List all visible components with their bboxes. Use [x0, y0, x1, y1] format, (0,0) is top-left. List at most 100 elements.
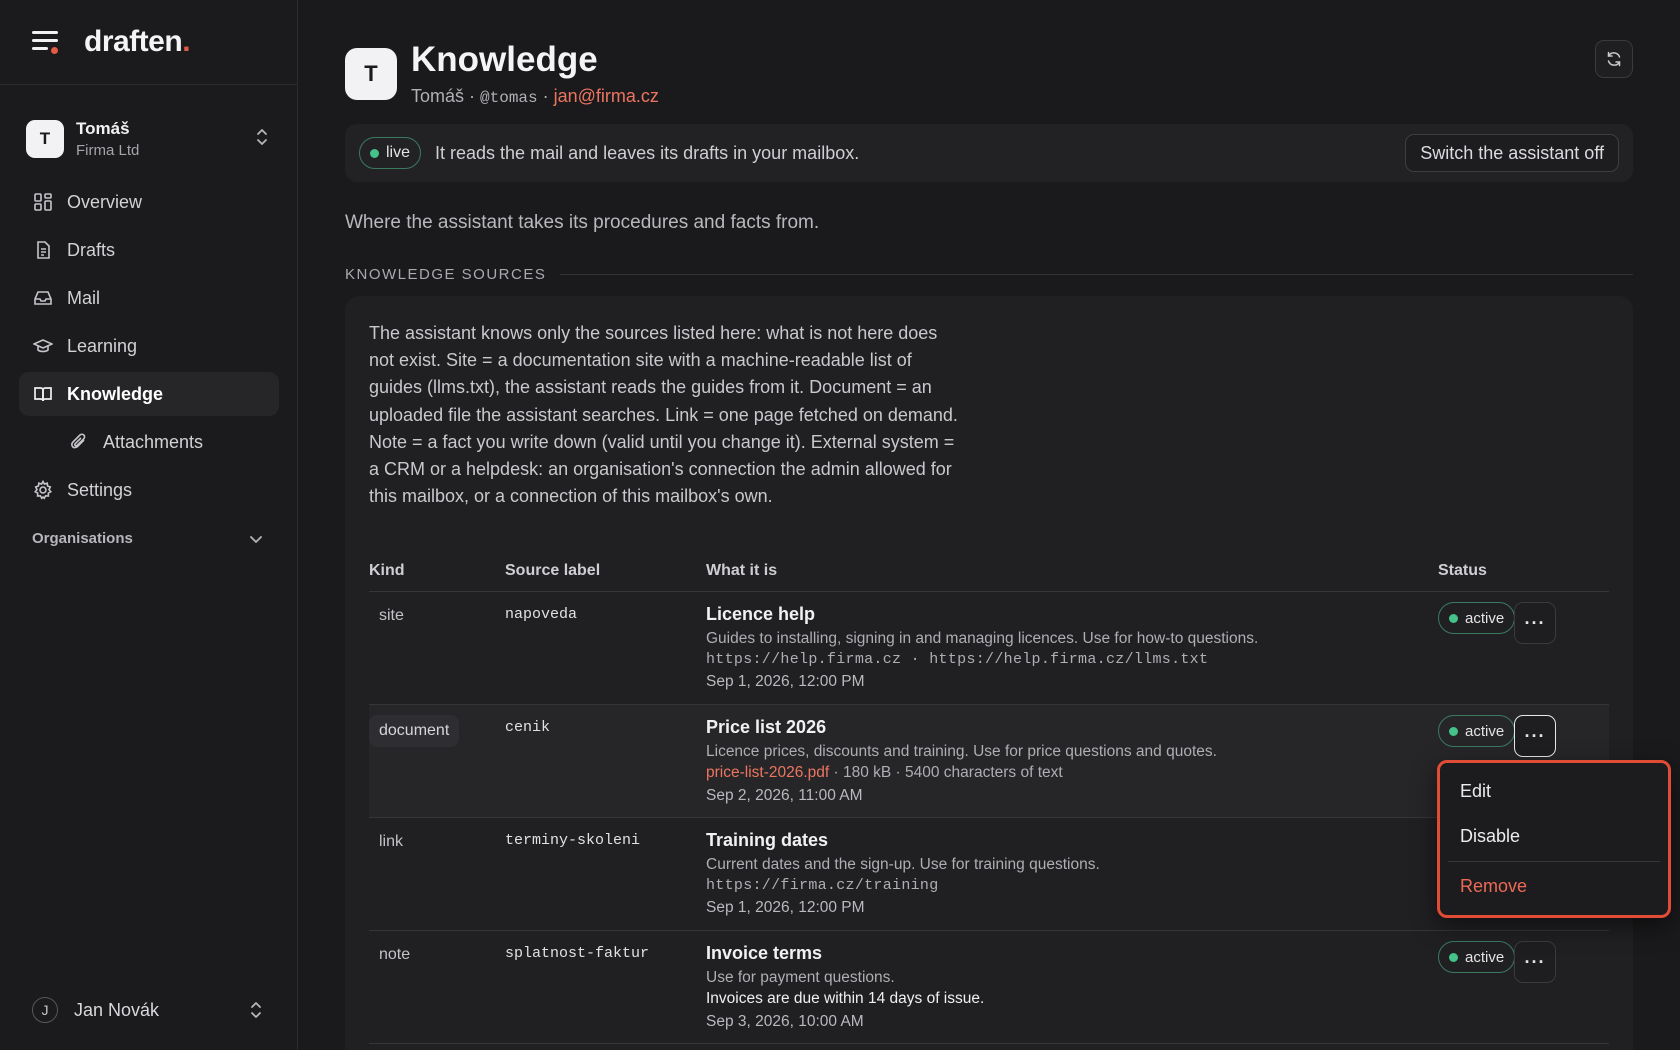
- sidebar-item-attachments[interactable]: Attachments: [19, 420, 279, 464]
- table-row: document cenik Price list 2026 Licence p…: [369, 705, 1609, 818]
- sidebar-item-label: Attachments: [103, 431, 204, 452]
- column-what: What it is: [706, 562, 778, 579]
- source-title: Invoice terms: [706, 943, 823, 963]
- account-name: Tomáš: [76, 119, 130, 138]
- source-file: price-list-2026.pdf · 180 kB · 5400 char…: [706, 764, 1063, 781]
- sidebar-item-label: Knowledge: [67, 383, 164, 404]
- avatar: T: [26, 120, 64, 158]
- sidebar-item-drafts[interactable]: Drafts: [19, 228, 279, 272]
- account-switcher[interactable]: T Tomáš Firma Ltd: [26, 114, 271, 164]
- source-title: Price list 2026: [706, 717, 827, 737]
- paperclip-icon: [71, 433, 86, 449]
- user-menu[interactable]: J Jan Novák: [32, 990, 263, 1030]
- source-urls: https://help.firma.cz · https://help.fir…: [706, 651, 1209, 668]
- row-actions-button[interactable]: ···: [1514, 941, 1556, 983]
- column-label: Source label: [505, 562, 601, 579]
- banner-text: It reads the mail and leaves its drafts …: [435, 142, 860, 163]
- source-date: Sep 1, 2026, 12:00 PM: [706, 899, 865, 916]
- table-header: Kind Source label What it is Status: [369, 552, 1609, 592]
- row-actions-menu: Edit Disable Remove: [1437, 760, 1671, 918]
- menu-divider: [1448, 861, 1660, 862]
- kind-label: link: [379, 833, 404, 850]
- organisations-toggle[interactable]: Organisations: [32, 530, 263, 547]
- refresh-icon: [1607, 51, 1621, 67]
- source-url: https://firma.cz/training: [706, 877, 939, 894]
- row-actions-button[interactable]: ···: [1514, 602, 1556, 644]
- account-org: Firma Ltd: [76, 142, 140, 159]
- source-label: splatnost-faktur: [505, 945, 650, 962]
- row-actions-button[interactable]: ···: [1514, 715, 1556, 757]
- page-subtitle: Tomáš · @tomas · jan@firma.cz: [411, 86, 659, 107]
- status-badge: active: [1438, 715, 1516, 747]
- avatar: T: [345, 48, 397, 100]
- column-kind: Kind: [369, 562, 405, 579]
- assistant-status-banner: live It reads the mail and leaves its dr…: [345, 124, 1633, 182]
- file-link[interactable]: price-list-2026.pdf: [706, 764, 829, 781]
- book-icon: [34, 387, 52, 402]
- menu-item-remove[interactable]: Remove: [1448, 864, 1660, 909]
- section-heading: KNOWLEDGE SOURCES: [345, 266, 1633, 283]
- status-dot-icon: [1449, 726, 1458, 736]
- chevron-updown-icon: [251, 1002, 261, 1018]
- sidebar-item-settings[interactable]: Settings: [19, 468, 279, 512]
- email-link[interactable]: jan@firma.cz: [554, 86, 659, 106]
- source-date: Sep 2, 2026, 11:00 AM: [706, 787, 863, 804]
- source-desc: Licence prices, discounts and training. …: [706, 743, 1217, 760]
- knowledge-sources-card: The assistant knows only the sources lis…: [345, 296, 1633, 1050]
- source-desc: Current dates and the sign-up. Use for t…: [706, 856, 1100, 873]
- kind-label: document: [369, 715, 460, 747]
- source-desc: Guides to installing, signing in and man…: [706, 630, 1259, 647]
- sidebar-item-overview[interactable]: Overview: [19, 180, 279, 224]
- sidebar-item-label: Drafts: [67, 239, 116, 260]
- table-row: site napoveda Licence help Guides to ins…: [369, 592, 1609, 705]
- sidebar-item-knowledge[interactable]: Knowledge: [19, 372, 279, 416]
- sources-description: The assistant knows only the sources lis…: [369, 323, 958, 507]
- menu-icon[interactable]: [32, 31, 60, 54]
- sidebar-item-label: Overview: [67, 191, 143, 212]
- status-dot-icon: [370, 148, 379, 158]
- page-header: T Knowledge Tomáš · @tomas · jan@firma.c…: [345, 40, 1633, 110]
- document-icon: [37, 241, 50, 259]
- user-name: Jan Novák: [74, 999, 160, 1020]
- gear-icon: [33, 480, 53, 500]
- sidebar-item-label: Settings: [67, 479, 133, 500]
- menu-item-edit[interactable]: Edit: [1448, 769, 1660, 814]
- kind-label: site: [379, 607, 404, 624]
- brand-logo: draften.: [84, 25, 191, 58]
- sidebar-item-label: Mail: [67, 287, 101, 308]
- sidebar: draften. T Tomáš Firma Ltd Overview Draf…: [0, 0, 298, 1050]
- source-date: Sep 3, 2026, 10:00 AM: [706, 1013, 864, 1030]
- graduation-cap-icon: [33, 339, 53, 353]
- sidebar-item-mail[interactable]: Mail: [19, 276, 279, 320]
- inbox-icon: [34, 291, 52, 305]
- status-dot-icon: [1449, 952, 1458, 962]
- status-badge: active: [1438, 941, 1516, 973]
- column-status: Status: [1438, 562, 1487, 579]
- table-row: link terminy-skoleni Training dates Curr…: [369, 818, 1609, 931]
- sources-table: Kind Source label What it is Status site…: [369, 552, 1609, 1044]
- sidebar-nav: Overview Drafts Mail Learning Knowledge …: [19, 180, 279, 516]
- source-title: Licence help: [706, 604, 816, 624]
- menu-item-disable[interactable]: Disable: [1448, 814, 1660, 859]
- user-avatar: J: [32, 997, 58, 1023]
- source-date: Sep 1, 2026, 12:00 PM: [706, 673, 865, 690]
- intro-text: Where the assistant takes its procedures…: [345, 212, 820, 233]
- chevron-down-icon: [250, 535, 262, 543]
- source-label: terminy-skoleni: [505, 832, 641, 849]
- source-title: Training dates: [706, 830, 829, 850]
- organisations-label: Organisations: [32, 530, 133, 547]
- table-row: note splatnost-faktur Invoice terms Use …: [369, 931, 1609, 1044]
- status-dot-icon: [1449, 613, 1458, 623]
- source-label: napoveda: [505, 606, 578, 623]
- page-title: Knowledge: [411, 40, 598, 79]
- sidebar-item-label: Learning: [67, 335, 138, 356]
- note-fact: Invoices are due within 14 days of issue…: [706, 990, 985, 1007]
- status-badge: active: [1438, 602, 1516, 634]
- sidebar-item-learning[interactable]: Learning: [19, 324, 279, 368]
- chevron-updown-icon: [257, 129, 267, 145]
- source-label: cenik: [505, 719, 551, 736]
- kind-label: note: [379, 946, 411, 963]
- refresh-button[interactable]: [1595, 40, 1633, 78]
- switch-off-button[interactable]: Switch the assistant off: [1405, 134, 1619, 172]
- brand-bar: draften.: [0, 0, 297, 85]
